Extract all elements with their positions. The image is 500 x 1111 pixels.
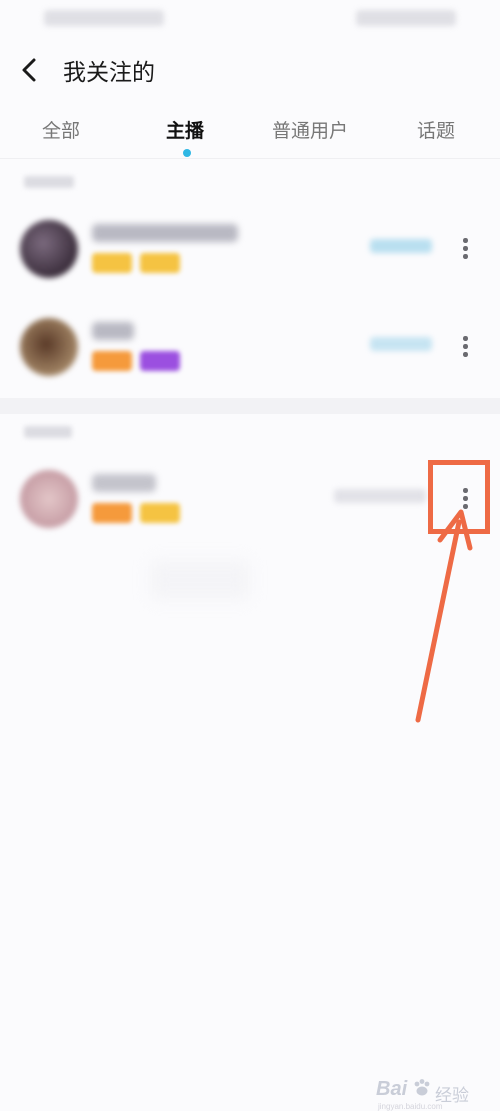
anchor-name (92, 322, 134, 340)
level-badge (92, 351, 132, 371)
watermark-url: jingyan.baidu.com (378, 1102, 443, 1111)
chevron-left-icon (22, 58, 36, 82)
more-button[interactable] (450, 326, 480, 366)
paw-icon (414, 1079, 430, 1096)
active-tab-indicator (183, 149, 191, 157)
status-bar (0, 0, 500, 36)
avatar[interactable] (20, 318, 78, 376)
blurred-placeholder (150, 560, 250, 600)
level-badge (92, 503, 132, 523)
avatar[interactable] (20, 220, 78, 278)
tab-divider (0, 158, 500, 159)
live-status (370, 337, 432, 351)
section-label-offline (24, 426, 72, 438)
tab-anchors[interactable]: 主播 (166, 116, 204, 143)
tab-topics[interactable]: 话题 (417, 116, 455, 143)
level-badge (92, 253, 132, 273)
fan-badge (140, 253, 180, 273)
tab-bar: 全部 主播 普通用户 话题 (0, 108, 500, 158)
avatar[interactable] (20, 470, 78, 528)
tab-all[interactable]: 全部 (42, 116, 80, 143)
more-button[interactable] (450, 228, 480, 268)
following-page: 我关注的 全部 主播 普通用户 话题 Bai 经验 jingyan.baidu.… (0, 0, 500, 1111)
highlight-box (428, 460, 490, 534)
anchor-name (92, 224, 238, 242)
section-separator (0, 398, 500, 414)
back-button[interactable] (12, 52, 48, 88)
arrow-annotation-icon (415, 509, 473, 723)
list-item[interactable] (0, 456, 500, 542)
live-status (370, 239, 432, 253)
section-label-live (24, 176, 74, 188)
last-live-time (334, 489, 426, 503)
page-title: 我关注的 (63, 60, 155, 86)
fan-badge (140, 351, 180, 371)
list-item[interactable] (0, 304, 500, 390)
fan-badge (140, 503, 180, 523)
header: 我关注的 (0, 40, 500, 100)
tab-regular-users[interactable]: 普通用户 (272, 116, 348, 143)
list-item[interactable] (0, 206, 500, 292)
anchor-name (92, 474, 156, 492)
